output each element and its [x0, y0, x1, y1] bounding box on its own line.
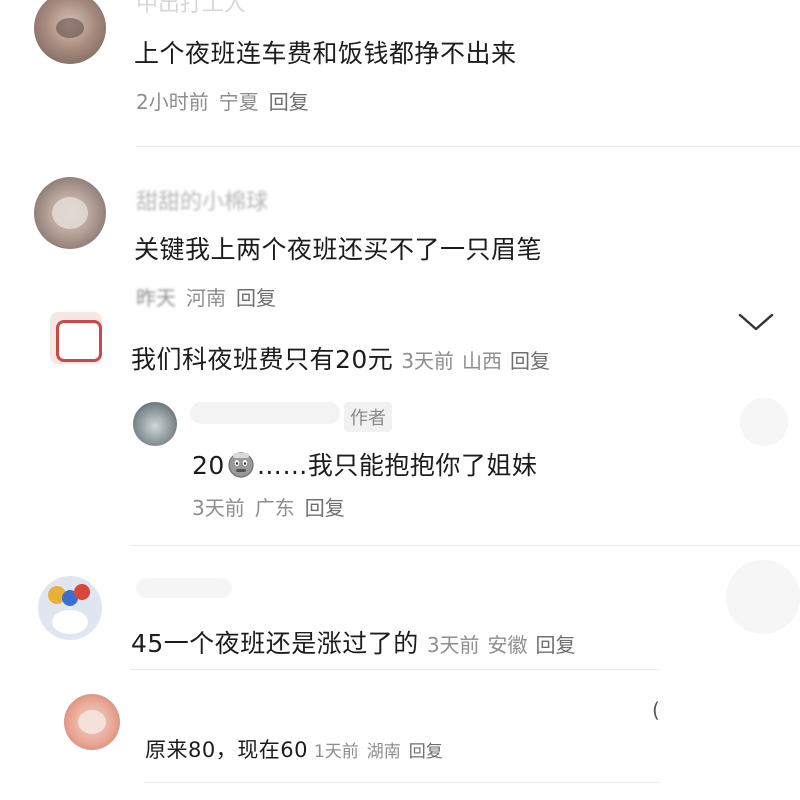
divider — [130, 545, 800, 546]
reply-button[interactable]: 回复 — [409, 742, 443, 762]
face-with-bandage-icon — [228, 452, 254, 478]
reply-button[interactable]: 回复 — [510, 349, 550, 373]
comment-time: 昨天 — [136, 286, 176, 310]
avatar[interactable] — [34, 0, 106, 64]
reply-text-prefix: 20 — [192, 451, 225, 480]
reply-button[interactable]: 回复 — [305, 496, 345, 520]
username-redacted — [136, 578, 232, 598]
divider — [136, 146, 800, 147]
partial-icon: ( — [652, 698, 660, 722]
username[interactable]: 中出打工人 — [136, 0, 246, 18]
avatar-detail — [56, 320, 102, 362]
comment-time: 3天前 — [401, 349, 455, 373]
comment-text-body: 我们科夜班费只有20元 — [131, 345, 394, 374]
comment-text: 上个夜班连车费和饭钱都挣不出来 — [134, 39, 517, 68]
avatar-detail — [78, 710, 106, 734]
comment-location: 安徽 — [487, 633, 528, 657]
comment-meta: 3天前 山西 回复 — [401, 349, 558, 373]
comment-time: 3天前 — [426, 633, 480, 657]
reply-button[interactable]: 回复 — [269, 90, 309, 114]
comment-text: 我们科夜班费只有20元 3天前 山西 回复 — [131, 340, 558, 376]
comment-meta: 1天前 湖南 回复 — [314, 742, 451, 762]
avatar-detail — [52, 197, 88, 229]
comment-meta: 2小时前 宁夏 回复 — [136, 86, 319, 115]
reply-location: 广东 — [254, 496, 295, 520]
comment-text: 原来80，现在60 1天前 湖南 回复 — [145, 734, 451, 764]
reply-meta: 3天前 广东 回复 — [192, 492, 355, 521]
avatar-detail — [52, 610, 88, 634]
avatar[interactable] — [38, 576, 102, 640]
reply-text: 20 ……我只能抱抱你了姐妹 — [192, 446, 537, 482]
comment-text: 关键我上两个夜班还买不了一只眉笔 — [134, 235, 543, 264]
avatar[interactable] — [64, 694, 120, 750]
comment-text: 45一个夜班还是涨过了的 3天前 安徽 回复 — [131, 624, 584, 660]
comment-location: 湖南 — [366, 742, 401, 762]
avatar-detail — [56, 18, 84, 38]
username[interactable]: 甜甜的小棉球 — [136, 184, 268, 216]
comment-meta: 昨天 河南 回复 — [136, 282, 286, 311]
comment-location: 山西 — [462, 349, 503, 373]
reply-button[interactable]: 回复 — [536, 633, 576, 657]
divider — [144, 782, 660, 783]
reply-text-suffix: ……我只能抱抱你了姐妹 — [256, 451, 538, 480]
comment-location: 河南 — [186, 286, 226, 310]
comment-location: 宁夏 — [218, 90, 259, 114]
comment-text-body: 原来80，现在60 — [145, 738, 308, 762]
author-tag: 作者 — [344, 402, 392, 432]
like-icon[interactable] — [726, 560, 800, 634]
avatar[interactable] — [133, 402, 177, 446]
avatar[interactable] — [50, 312, 102, 364]
reply-time: 3天前 — [192, 496, 245, 520]
chevron-down-icon[interactable] — [738, 312, 774, 332]
comment-time: 1天前 — [313, 742, 359, 762]
comment-time: 2小时前 — [136, 90, 209, 114]
avatar-detail — [74, 584, 90, 600]
like-icon[interactable] — [740, 398, 788, 446]
avatar[interactable] — [34, 177, 106, 249]
reply-button[interactable]: 回复 — [236, 286, 276, 310]
comment-meta: 3天前 安徽 回复 — [427, 633, 584, 657]
comment-text-body: 45一个夜班还是涨过了的 — [131, 629, 419, 658]
divider — [130, 669, 660, 670]
username-redacted — [190, 402, 340, 424]
